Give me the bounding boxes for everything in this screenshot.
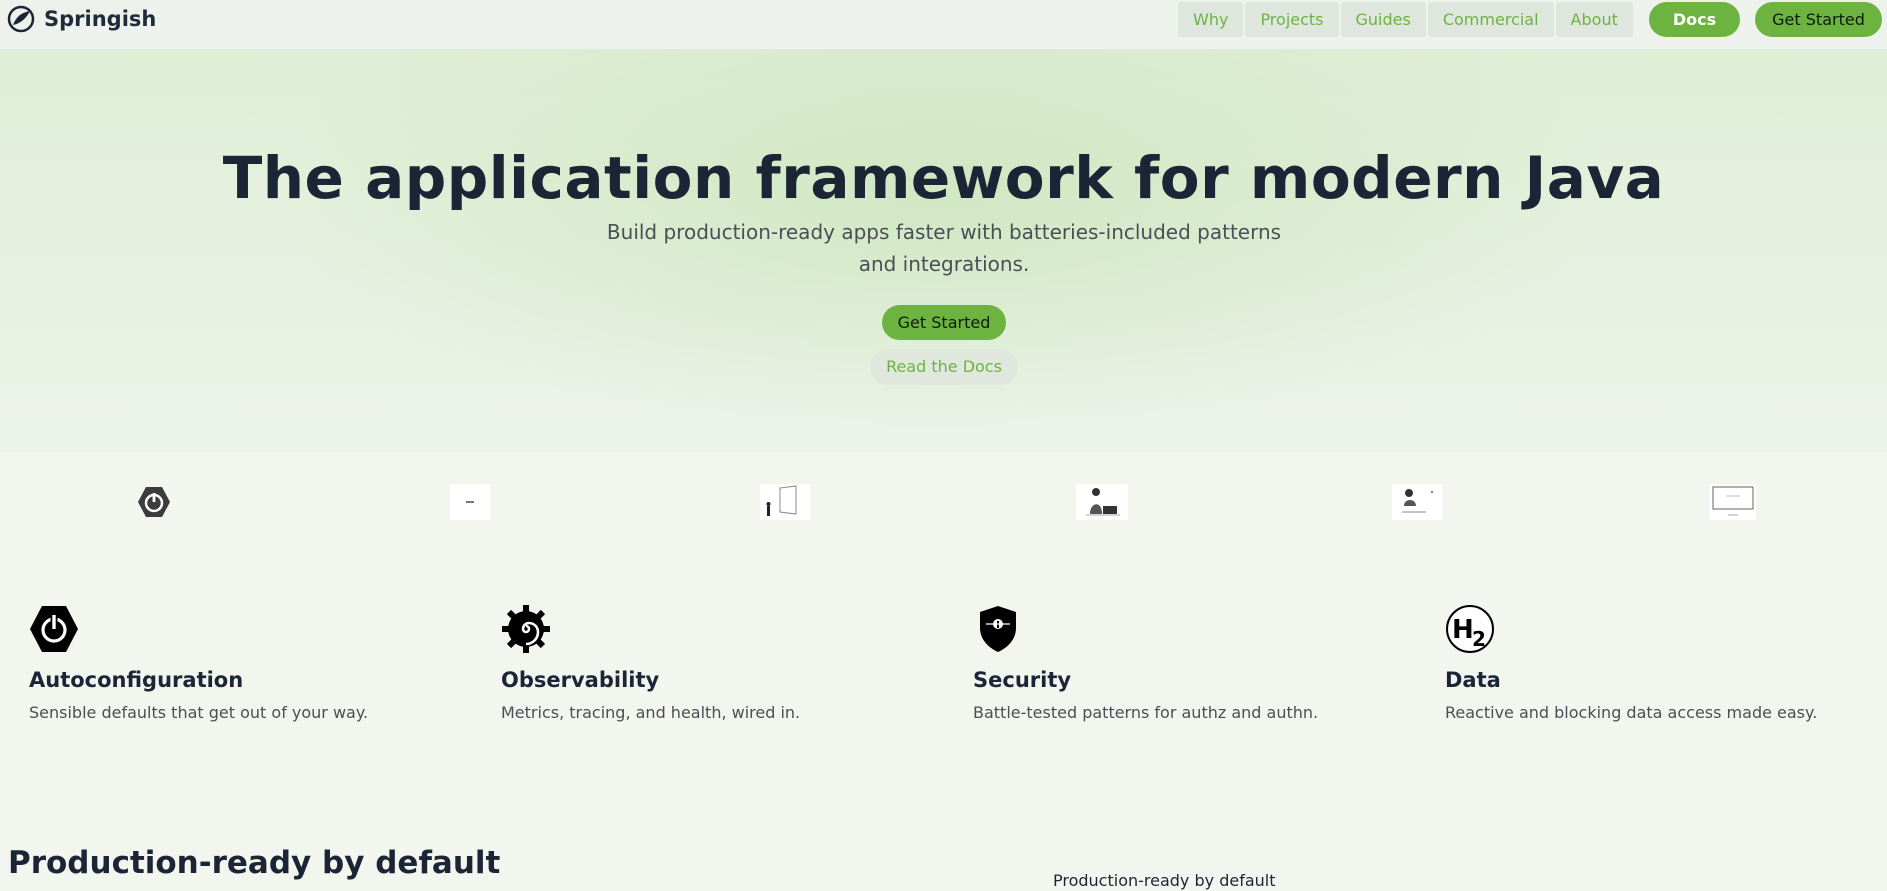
feature-description: Reactive and blocking data access made e… bbox=[1445, 703, 1818, 722]
feature-description: Sensible defaults that get out of your w… bbox=[29, 703, 369, 722]
header-get-started-button[interactable]: Get Started bbox=[1755, 2, 1882, 37]
svg-text:2: 2 bbox=[1472, 627, 1486, 651]
brand-name: Springish bbox=[44, 7, 157, 31]
section-title: Production-ready by default bbox=[8, 845, 501, 881]
feature-title: Observability bbox=[501, 668, 660, 692]
hero-subtitle: Build production-ready apps faster with … bbox=[606, 220, 1282, 276]
feature-title: Autoconfiguration bbox=[29, 668, 244, 692]
hero-section: The application framework for modern Jav… bbox=[0, 50, 1887, 452]
brand[interactable]: Springish bbox=[6, 5, 156, 33]
feature-autoconfiguration: Autoconfiguration Sensible defaults that… bbox=[29, 604, 469, 722]
person-desk-illustration bbox=[1392, 484, 1442, 520]
feature-title: Security bbox=[973, 668, 1072, 692]
shield-icon bbox=[980, 606, 1016, 652]
nav-item-why[interactable]: Why bbox=[1178, 2, 1244, 37]
hero-get-started-button[interactable]: Get Started bbox=[882, 305, 1006, 340]
nav-item-commercial[interactable]: Commercial bbox=[1427, 2, 1554, 37]
nav-item-guides[interactable]: Guides bbox=[1340, 2, 1426, 37]
read-docs-button[interactable]: Read the Docs bbox=[870, 349, 1018, 385]
tiny-logo-image bbox=[450, 484, 490, 520]
top-navbar: Springish Why Projects Guides Commercial… bbox=[0, 0, 1887, 50]
power-hexagon-icon bbox=[30, 606, 78, 652]
feature-data: H 2 Data Reactive and blocking data acce… bbox=[1445, 604, 1885, 722]
person-laptop-illustration bbox=[1076, 484, 1128, 520]
door-illustration bbox=[760, 484, 810, 520]
h2-database-icon: H 2 bbox=[1446, 605, 1494, 653]
nav-item-about[interactable]: About bbox=[1555, 2, 1633, 37]
svg-text:H: H bbox=[1452, 615, 1474, 645]
feature-security: Security Battle-tested patterns for auth… bbox=[973, 604, 1413, 722]
feature-title: Data bbox=[1445, 668, 1501, 692]
main-nav: Why Projects Guides Commercial About bbox=[1178, 2, 1633, 37]
docs-button[interactable]: Docs bbox=[1649, 2, 1740, 37]
monitor-illustration bbox=[1710, 484, 1756, 520]
feature-description: Metrics, tracing, and health, wired in. bbox=[501, 703, 801, 722]
feature-description: Battle-tested patterns for authz and aut… bbox=[973, 703, 1319, 722]
spiral-gear-icon bbox=[502, 605, 550, 653]
power-icon bbox=[136, 484, 172, 520]
section-caption: Production-ready by default bbox=[1053, 871, 1276, 890]
nav-item-projects[interactable]: Projects bbox=[1245, 2, 1339, 37]
leaf-swirl-icon bbox=[7, 5, 35, 33]
feature-observability: Observability Metrics, tracing, and heal… bbox=[501, 604, 941, 722]
hero-title: The application framework for modern Jav… bbox=[222, 144, 1665, 212]
